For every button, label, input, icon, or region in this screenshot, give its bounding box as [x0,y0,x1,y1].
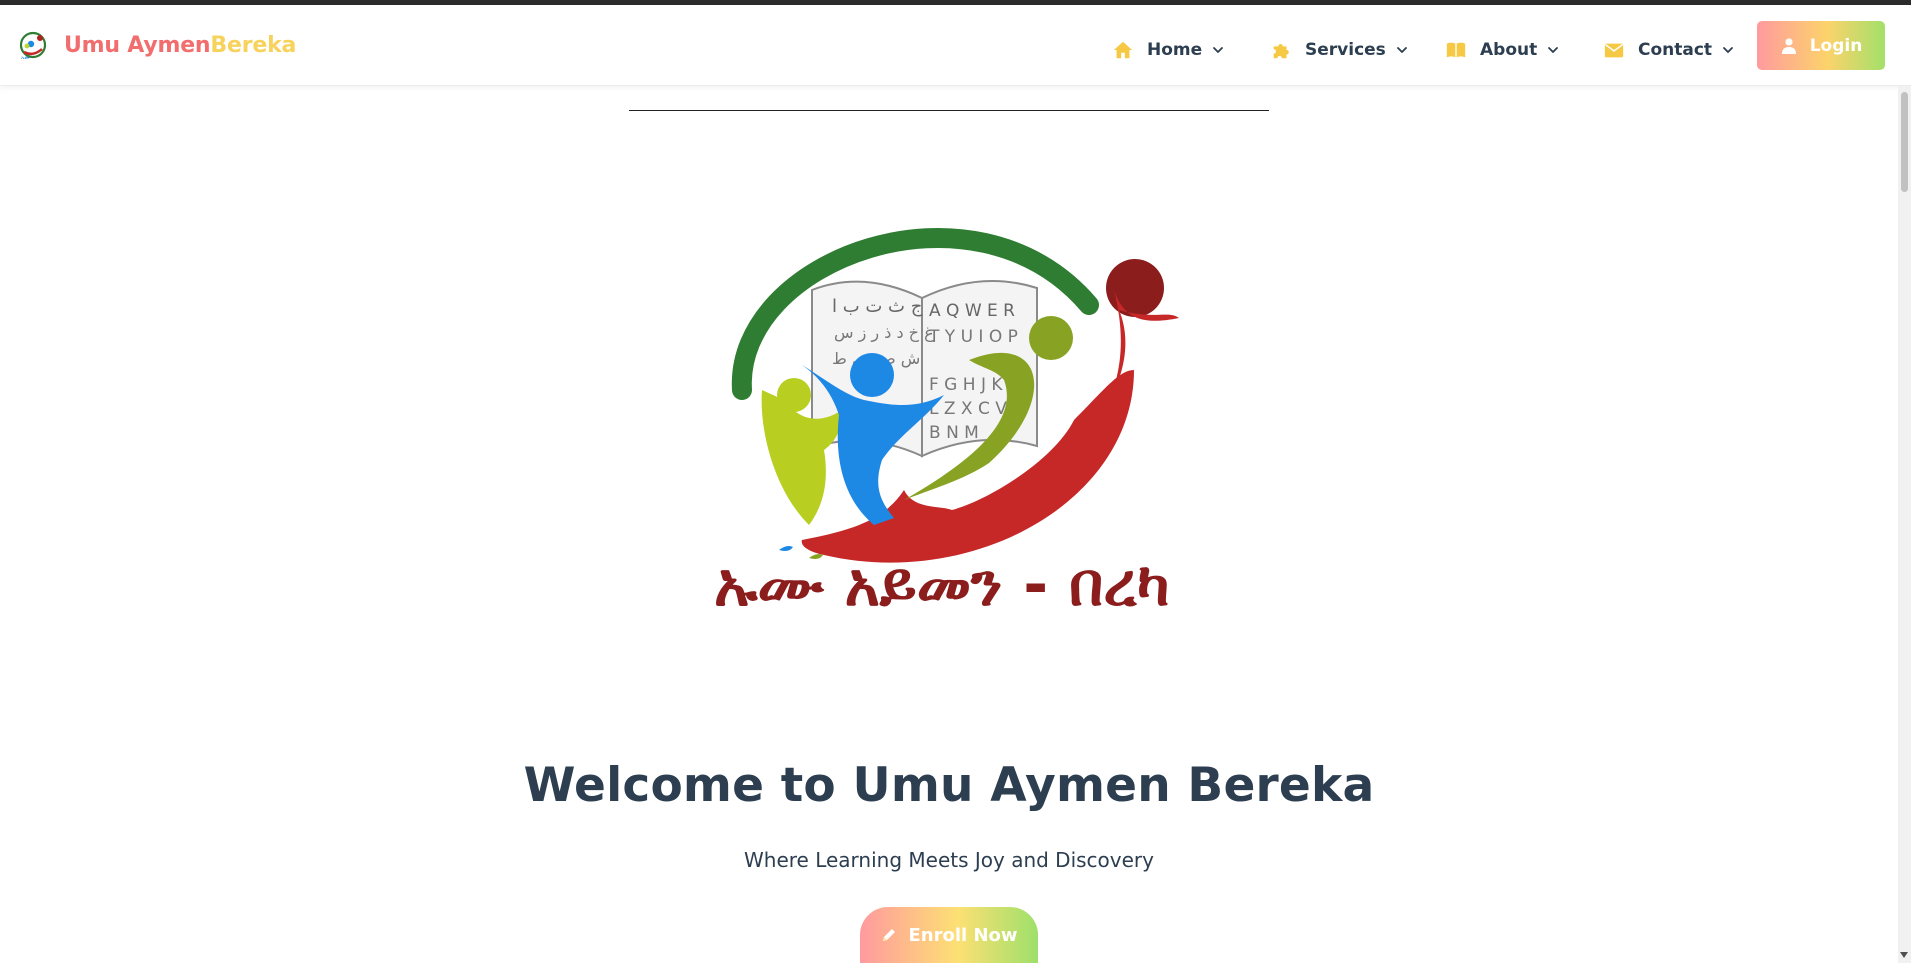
hero-title: Welcome to Umu Aymen Bereka [523,758,1375,813]
book-icon [1446,42,1466,58]
login-label: Login [1809,35,1863,56]
svg-text:غ خ د ذ ر ز س: غ خ د ذ ر ز س [834,323,934,343]
scrollbar-thumb[interactable] [1901,92,1908,192]
brand-name: Umu AymenBereka [64,33,296,58]
svg-text:B N M: B N M [929,423,979,443]
page-scrollbar[interactable] [1898,86,1911,963]
svg-text:L Z X C V: L Z X C V [929,399,1007,419]
svg-text:T Y U I O P: T Y U I O P [928,327,1018,347]
brand[interactable]: ኡሙ Umu AymenBereka [18,30,296,60]
book-right-text: A Q W E R [929,301,1015,321]
scroll-down-arrow-icon[interactable] [1900,952,1908,958]
hero-school-logo: ج ث ت ب ا غ خ د ذ ر ز س ش ص ض ط A Q W E … [714,228,1179,620]
book-left-text: ج ث ت ب ا [832,296,923,317]
nav-item-contact[interactable]: Contact [1603,33,1735,67]
nav-label-home: Home [1147,40,1203,60]
chevron-down-icon [1723,47,1733,53]
nav-label-services: Services [1305,40,1386,60]
brand-name-part1: Umu Aymen [64,32,211,58]
chevron-down-icon [1548,47,1559,53]
puzzle-icon [1273,44,1289,59]
logo-caption: ኡሙ አይመን - በረካ [714,550,1170,620]
top-navbar: ኡሙ Umu AymenBereka Home Services About C… [0,5,1911,86]
chevron-down-icon [1396,47,1407,53]
divider [629,110,1269,111]
pencil-icon [883,929,896,941]
enroll-now-label: Enroll Now [908,924,1018,946]
brand-logo-icon: ኡሙ [19,31,47,60]
login-button[interactable]: Login [1757,21,1885,70]
svg-text:ኡሙ: ኡሙ [21,55,31,60]
nav-label-contact: Contact [1638,40,1713,60]
envelope-icon [1604,43,1624,58]
home-icon [1113,41,1133,59]
svg-text:F G H J K: F G H J K [929,375,1003,395]
nav-label-about: About [1480,40,1538,60]
chevron-down-icon [1213,47,1224,53]
nav-item-about[interactable]: About [1445,33,1560,67]
nav-item-home[interactable]: Home [1112,33,1225,67]
nav-item-services[interactable]: Services [1270,33,1409,67]
enroll-now-button[interactable]: Enroll Now [860,907,1038,963]
user-icon [1781,37,1796,54]
brand-name-part2: Bereka [210,32,297,58]
hero-subtitle: Where Learning Meets Joy and Discovery [744,848,1154,872]
